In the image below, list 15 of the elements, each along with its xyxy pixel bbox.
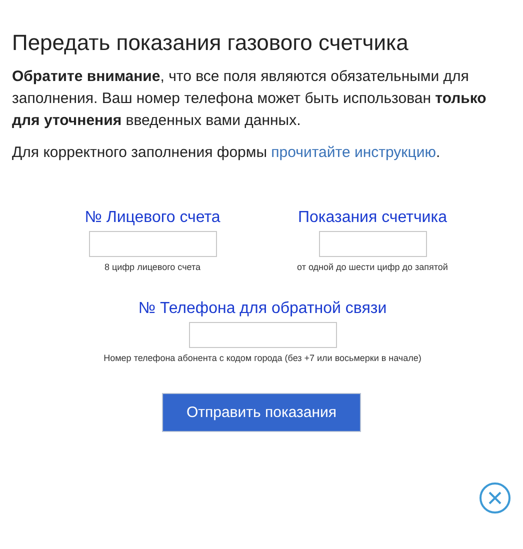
instruction-link[interactable]: прочитайте инструкцию: [271, 144, 436, 161]
input-field[interactable]: [318, 231, 426, 257]
input-field[interactable]: [188, 322, 336, 348]
field-hint: от одной до шести цифр до запятой: [297, 262, 448, 272]
notice-text: Обратите внимание, что все поля являются обязательными для заполнения. Ваш номер телефона может быть использован только для уточнения введенных вами данных.: [12, 67, 487, 131]
field-hint: Номер телефона абонента с кодом города (без +7 или восьмерки в начале): [104, 353, 422, 363]
submit-button[interactable]: Отправить показания: [162, 393, 361, 432]
field-label: № Лицевого счета: [84, 209, 220, 227]
field-label: Показания счетчика: [298, 209, 447, 227]
form-title: Передать показания газового счетчика: [12, 30, 410, 56]
instruction-text: Для корректного заполнения формы прочитайте инструкцию.: [12, 143, 442, 163]
field-hint: 8 цифр лицевого счета: [104, 262, 201, 272]
close-icon[interactable]: [479, 482, 511, 514]
field-label: № Телефона для обратной связи: [138, 300, 387, 318]
input-field[interactable]: [88, 231, 216, 257]
